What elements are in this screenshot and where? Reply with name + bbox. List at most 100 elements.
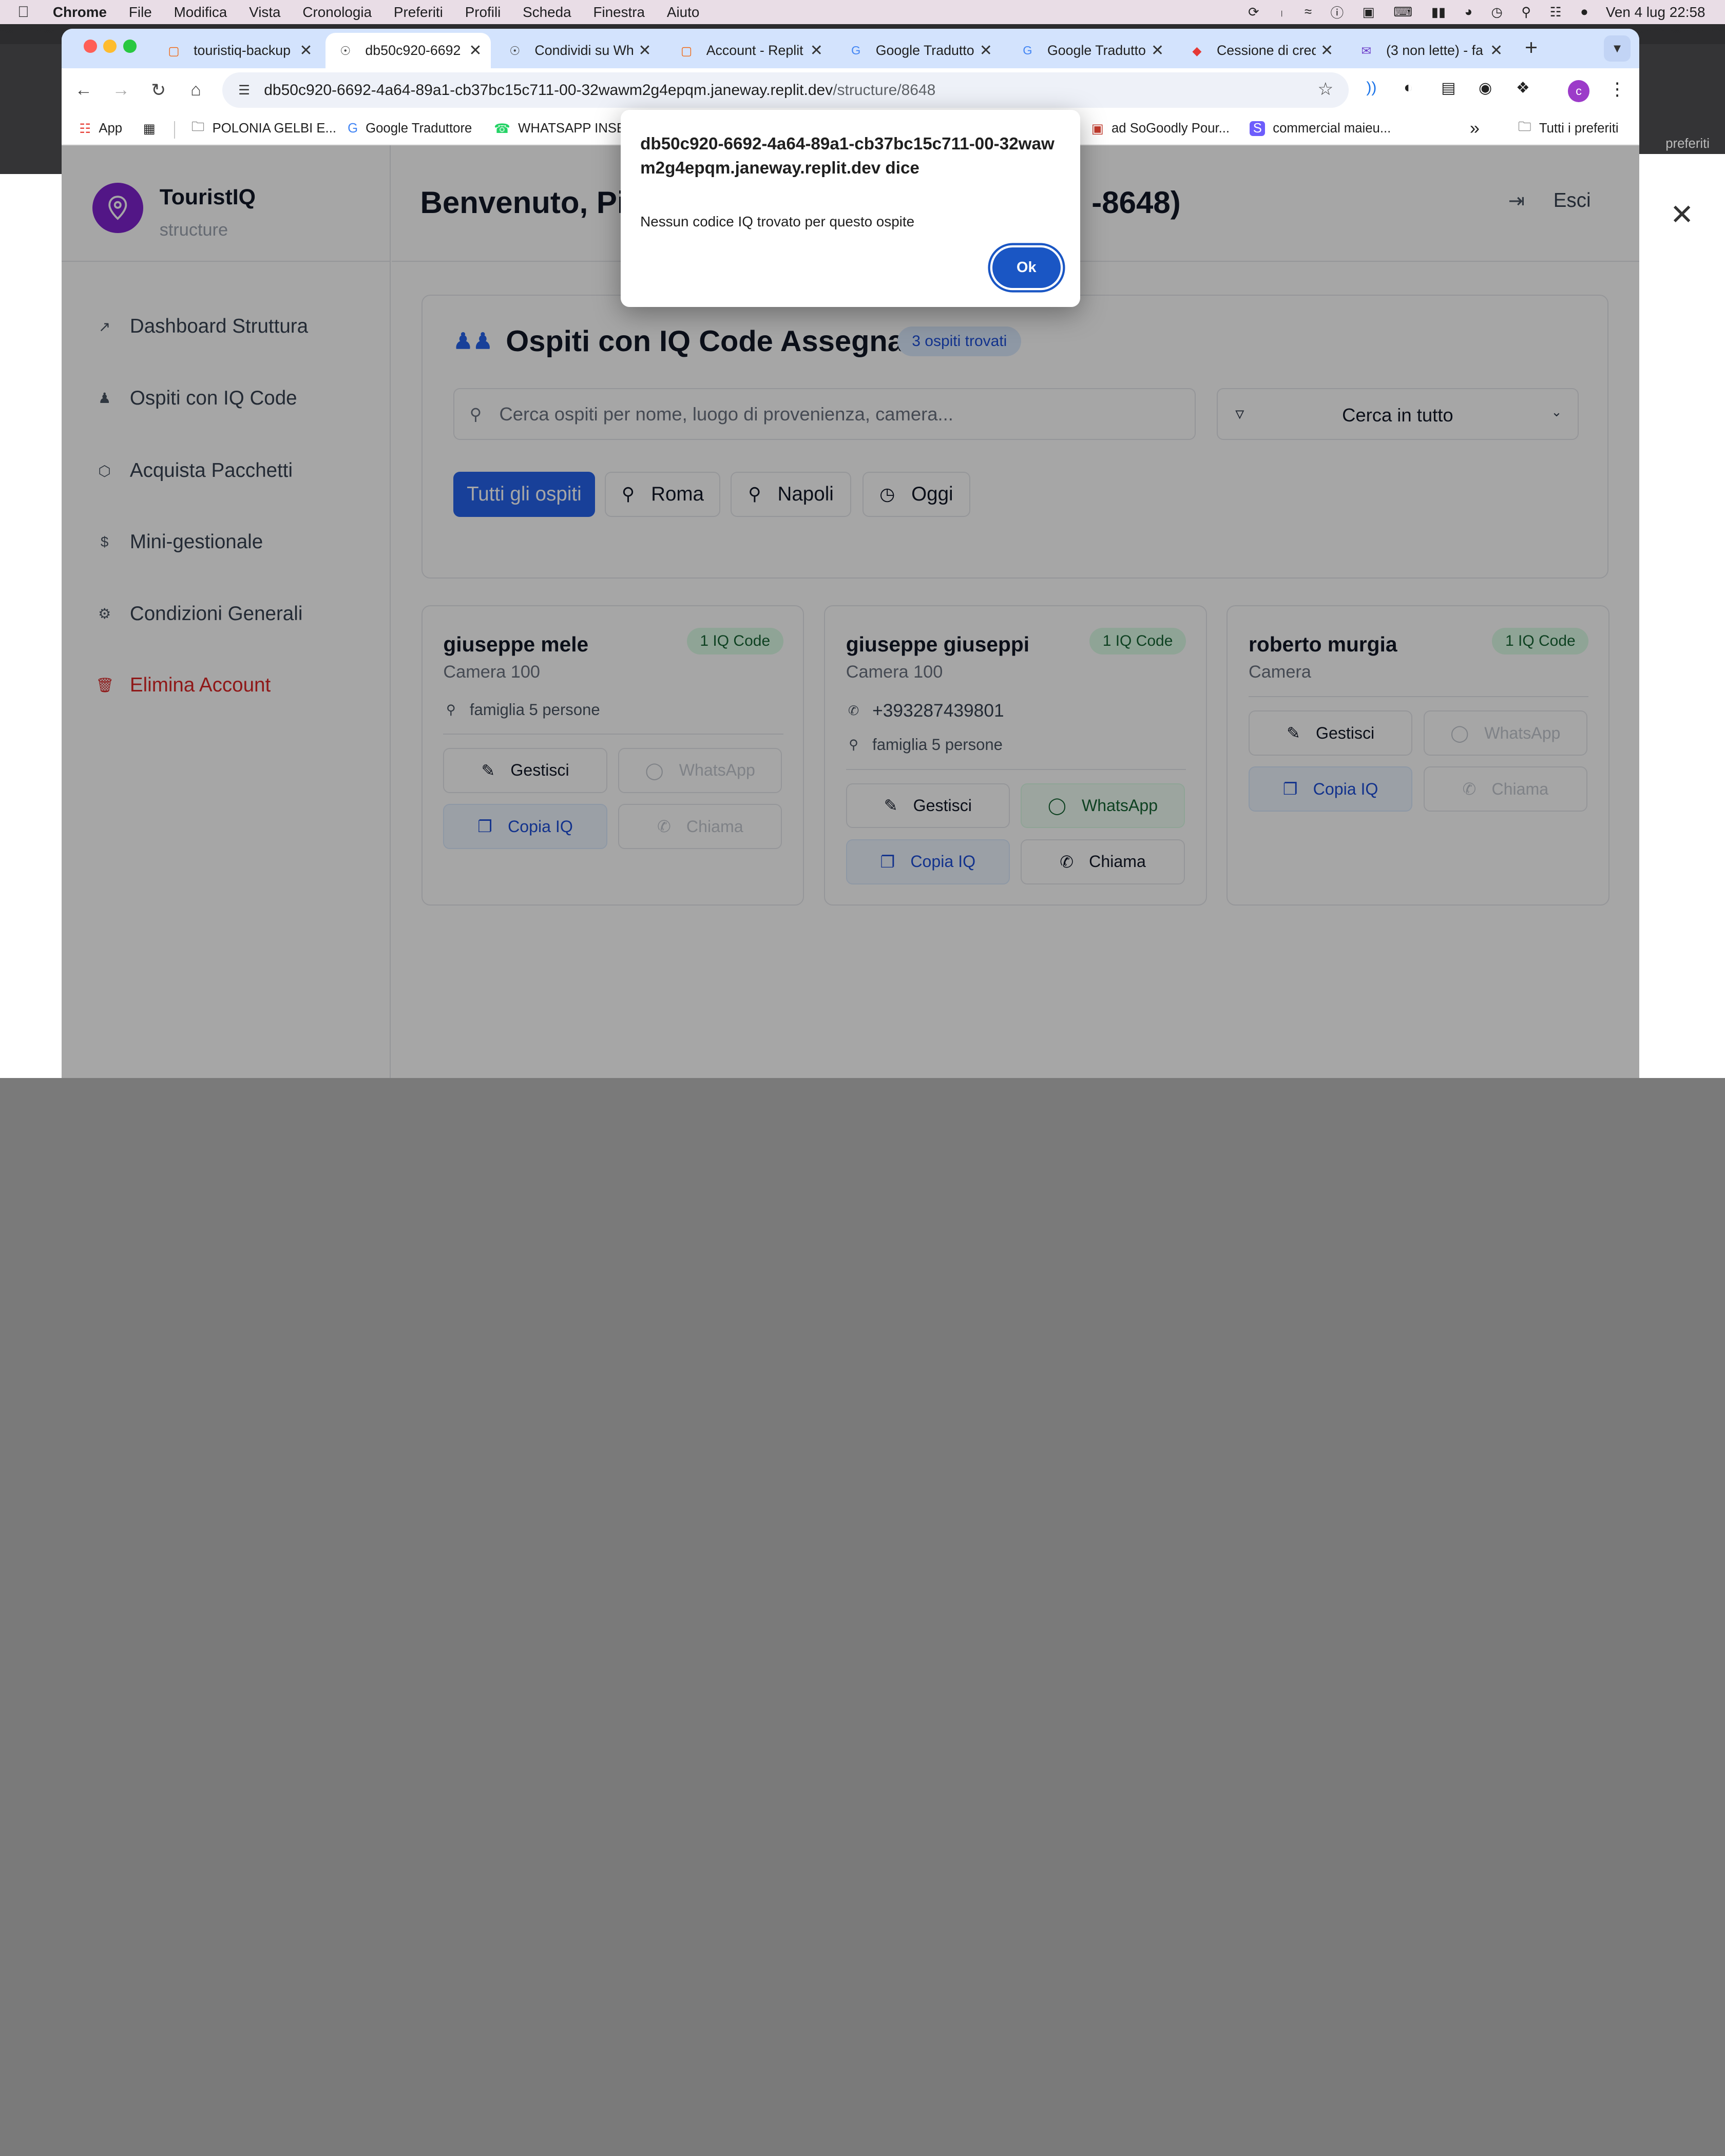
macos-menu-bar:  Chrome File Modifica Vista Cronologia … bbox=[0, 0, 1725, 25]
home-icon[interactable]: ⌂ bbox=[183, 77, 209, 103]
read-aloud-extension-icon[interactable]: )) bbox=[1366, 79, 1376, 97]
network-activity-icon[interactable]: ≈ bbox=[1305, 5, 1312, 20]
control-center-icon[interactable]: ☷ bbox=[1550, 5, 1562, 20]
profile-avatar[interactable]: c bbox=[1567, 80, 1590, 103]
back-icon[interactable]: ← bbox=[70, 77, 97, 103]
menu-finestra[interactable]: Finestra bbox=[593, 4, 645, 21]
bookmark-commercial[interactable]: S commercial maieu... bbox=[1250, 112, 1391, 145]
tab-close-icon[interactable]: ✕ bbox=[1320, 42, 1333, 60]
extension-icon-a[interactable]: ◐ bbox=[1404, 79, 1413, 97]
diamond-icon: ◆ bbox=[1192, 44, 1202, 57]
menu-file[interactable]: File bbox=[129, 4, 152, 21]
tab-google-traduttore-2[interactable]: G Google Traduttor ✕ bbox=[1008, 33, 1173, 68]
replit-icon: ▢ bbox=[168, 44, 180, 57]
alert-title: db50c920-6692-4a64-89a1-cb37bc15c711-00-… bbox=[640, 134, 1055, 178]
background-bookmark-text: preferiti bbox=[1665, 136, 1710, 151]
extension-icon-b[interactable]: ▤ bbox=[1441, 79, 1455, 97]
s-logo-icon: S bbox=[1250, 121, 1266, 137]
menu-profili[interactable]: Profili bbox=[465, 4, 501, 21]
menu-scheda[interactable]: Scheda bbox=[523, 4, 571, 21]
menu-clock[interactable]: Ven 4 lug 22:58 bbox=[1606, 4, 1705, 21]
ok-button[interactable]: Ok bbox=[992, 247, 1061, 288]
siri-icon[interactable]: ● bbox=[1580, 5, 1588, 20]
menu-kebab-icon[interactable]: ⋮ bbox=[1608, 79, 1626, 100]
folder-icon: 🗀 bbox=[191, 120, 205, 134]
folder-icon: 🗀 bbox=[1518, 120, 1531, 134]
bookmark-star-icon[interactable]: ☆ bbox=[1317, 79, 1333, 100]
close-icon[interactable]: ✕ bbox=[1670, 198, 1694, 232]
tab-google-traduttore-1[interactable]: G Google Traduttor ✕ bbox=[836, 33, 1001, 68]
sogoodly-icon: ▣ bbox=[1091, 121, 1104, 136]
bookmark-tab-groups[interactable]: ▦ bbox=[143, 112, 163, 145]
address-url[interactable]: db50c920-6692-4a64-89a1-cb37bc15c711-00-… bbox=[264, 82, 935, 99]
bookmarks-divider bbox=[174, 121, 175, 139]
mail-icon: ✉ bbox=[1361, 44, 1372, 57]
alert-dialog: db50c920-6692-4a64-89a1-cb37bc15c711-00-… bbox=[620, 110, 1081, 307]
globe-icon: ☉ bbox=[340, 44, 351, 57]
bookmark-polonia[interactable]: 🗀 POLONIA GELBI E... bbox=[191, 112, 336, 145]
tab-close-icon[interactable]: ✕ bbox=[1151, 42, 1164, 60]
tab-db50c920[interactable]: ☉ db50c920-6692 ✕ bbox=[325, 33, 491, 68]
menu-preferiti[interactable]: Preferiti bbox=[394, 4, 443, 21]
battery-icon[interactable]: ▮▮ bbox=[1431, 5, 1446, 20]
whatsapp-icon: ☎ bbox=[494, 121, 511, 136]
spotlight-search-icon[interactable]: ⚲ bbox=[1521, 5, 1531, 20]
tab-search-button[interactable]: ▼ bbox=[1604, 35, 1631, 62]
bookmark-sogoodly[interactable]: ▣ ad SoGoodly Pour... bbox=[1091, 112, 1230, 145]
alert-message: Nessun codice IQ trovato per questo ospi… bbox=[640, 213, 915, 229]
reload-icon[interactable]: ↻ bbox=[145, 77, 171, 103]
window-close-button[interactable] bbox=[83, 40, 97, 53]
wifi-icon[interactable]: ◕ bbox=[1465, 5, 1473, 20]
info-icon[interactable]: ⓘ bbox=[1330, 3, 1344, 22]
desktop:  Chrome File Modifica Vista Cronologia … bbox=[0, 0, 1725, 1078]
google-translate-icon: G bbox=[348, 121, 358, 136]
tab-close-icon[interactable]: ✕ bbox=[810, 42, 823, 60]
menu-app-name[interactable]: Chrome bbox=[53, 4, 107, 21]
browser-toolbar: ← → ↻ ⌂ ☰ db50c920-6692-4a64-89a1-cb37bc… bbox=[62, 68, 1639, 112]
extensions-puzzle-icon[interactable]: ❖ bbox=[1516, 79, 1530, 97]
tab-cessione-di-credito[interactable]: ◆ Cessione di cred ✕ bbox=[1177, 33, 1342, 68]
address-bar[interactable]: ☰ db50c920-6692-4a64-89a1-cb37bc15c711-0… bbox=[222, 72, 1349, 108]
tab-condividi[interactable]: ☉ Condividi su Wh ✕ bbox=[495, 33, 660, 68]
tab-close-icon[interactable]: ✕ bbox=[299, 42, 312, 60]
sync-icon[interactable]: ⟳ bbox=[1248, 5, 1259, 20]
menu-extras: ⟳ ᛧ ≈ ⓘ ▣ ⌨ ▮▮ ◕ ◷ ⚲ ☷ ● Ven 4 lug 22:58 bbox=[1230, 0, 1725, 24]
tab-touristiq-backup[interactable]: ▢ touristiq-backup ✕ bbox=[154, 33, 321, 68]
menu-aiuto[interactable]: Aiuto bbox=[667, 4, 699, 21]
window-minimize-button[interactable] bbox=[103, 40, 117, 53]
tab-account-replit[interactable]: ▢ Account - Replit ✕ bbox=[667, 33, 832, 68]
menu-cronologia[interactable]: Cronologia bbox=[302, 4, 372, 21]
menu-vista[interactable]: Vista bbox=[249, 4, 280, 21]
chrome-window: ▢ touristiq-backup ✕ ☉ db50c920-6692 ✕ ☉… bbox=[62, 28, 1639, 1078]
forward-icon[interactable]: → bbox=[108, 77, 134, 103]
time-machine-icon[interactable]: ◷ bbox=[1491, 5, 1503, 20]
new-tab-button[interactable]: + bbox=[1525, 35, 1538, 61]
replit-icon: ▢ bbox=[680, 44, 693, 57]
extension-icon-c[interactable]: ◉ bbox=[1479, 79, 1492, 97]
tab-mail[interactable]: ✉ (3 non lette) - fa ✕ bbox=[1347, 33, 1511, 68]
tab-close-icon[interactable]: ✕ bbox=[469, 42, 482, 60]
bookmarks-overflow-icon[interactable]: » bbox=[1470, 112, 1480, 145]
tab-close-icon[interactable]: ✕ bbox=[980, 42, 992, 60]
site-info-icon[interactable]: ☰ bbox=[231, 77, 257, 103]
background-window-left bbox=[0, 44, 62, 1078]
tab-close-icon[interactable]: ✕ bbox=[1490, 42, 1503, 60]
bookmark-all-bookmarks[interactable]: 🗀 Tutti i preferiti bbox=[1518, 112, 1618, 145]
background-window-right: preferiti ✕ bbox=[1628, 44, 1725, 1078]
keyboard-icon[interactable]: ⌨ bbox=[1393, 5, 1412, 20]
globe-icon: ☉ bbox=[509, 44, 521, 57]
bookmark-whatsapp[interactable]: ☎ WHATSAPP INSER bbox=[494, 112, 635, 145]
tab-strip: ▢ touristiq-backup ✕ ☉ db50c920-6692 ✕ ☉… bbox=[62, 28, 1639, 68]
google-translate-icon: G bbox=[1023, 44, 1032, 57]
google-translate-icon: G bbox=[851, 44, 861, 57]
bluetooth-icon[interactable]: ᛧ bbox=[1278, 5, 1286, 20]
tab-groups-icon: ▦ bbox=[143, 121, 156, 136]
menu-modifica[interactable]: Modifica bbox=[174, 4, 227, 21]
bookmark-google-traduttore[interactable]: G Google Traduttore bbox=[348, 112, 472, 145]
bookmark-apps[interactable]: ☷ App bbox=[79, 112, 122, 145]
window-zoom-button[interactable] bbox=[123, 40, 137, 53]
apps-grid-icon: ☷ bbox=[79, 121, 91, 136]
apple-icon[interactable]:  bbox=[17, 4, 37, 21]
tab-close-icon[interactable]: ✕ bbox=[638, 42, 651, 60]
display-icon[interactable]: ▣ bbox=[1363, 5, 1375, 20]
